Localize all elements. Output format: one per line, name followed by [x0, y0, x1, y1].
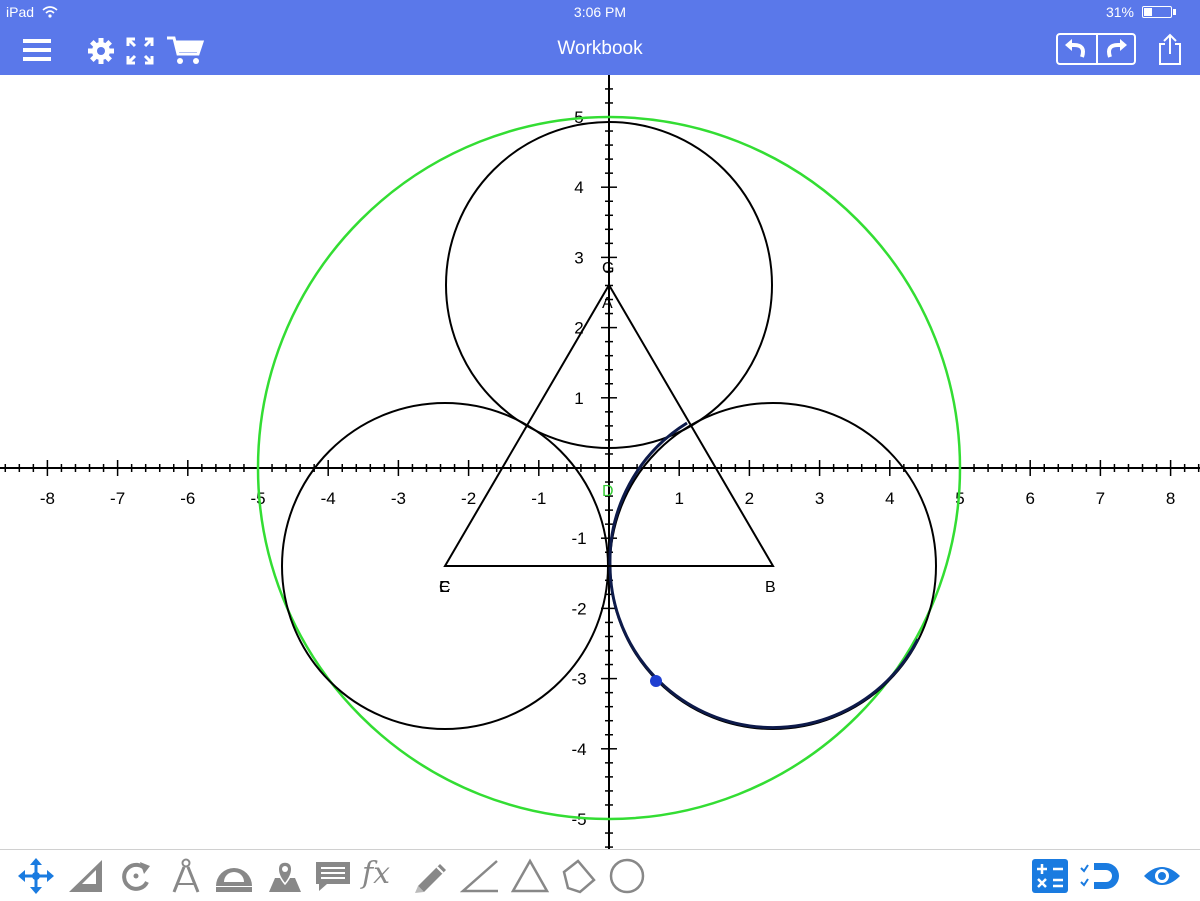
x-tick-label: -7 [110, 489, 125, 508]
graph-svg[interactable]: -8 -7 -6 -5 -4 -3 -2 -1 1 2 3 4 5 6 7 854321-1-2-3-4-5 … [0, 75, 1200, 850]
movable-point[interactable] [650, 675, 662, 687]
x-tick-label: -1 [531, 489, 546, 508]
x-tick-label: -4 [321, 489, 336, 508]
battery-tip [1173, 9, 1176, 15]
graph-canvas[interactable]: -8 -7 -6 -5 -4 -3 -2 -1 1 2 3 4 5 6 7 8 5 4 3 2 1 -1 -2 -3 -4 -5 … [0, 75, 1200, 850]
undo-icon[interactable] [1062, 37, 1090, 63]
nav-bar: Workbook [0, 24, 1200, 75]
map-pin-icon[interactable] [265, 858, 305, 894]
set-square-icon[interactable] [66, 858, 106, 894]
function-icon[interactable]: fx [362, 856, 402, 892]
comment-icon[interactable] [313, 858, 353, 894]
y-tick-label: -4 [571, 740, 586, 759]
protractor-icon[interactable] [214, 858, 254, 894]
y-tick-label: 3 [574, 248, 583, 267]
calculator-icon[interactable] [1030, 858, 1070, 894]
page-title: Workbook [557, 38, 643, 59]
pencil-icon[interactable] [410, 858, 450, 894]
angle-icon[interactable] [460, 858, 500, 894]
point-label-c: C [439, 579, 451, 596]
x-tick-label: 3 [815, 489, 824, 508]
share-icon[interactable] [1157, 32, 1183, 66]
point-label-a: A [602, 295, 613, 312]
battery-icon [1142, 6, 1172, 18]
y-tick-label: -1 [571, 529, 586, 548]
x-tick-label: 1 [674, 489, 683, 508]
clock: 3:06 PM [573, 4, 627, 20]
battery-percent: 31% [1105, 4, 1134, 20]
triangle-icon[interactable] [510, 858, 550, 894]
move-icon[interactable] [16, 858, 56, 894]
x-tick-label: 7 [1096, 489, 1105, 508]
redo-icon[interactable] [1102, 37, 1130, 63]
y-tick-label: -3 [571, 670, 586, 689]
magnet-icon[interactable] [1080, 858, 1120, 894]
y-tick-label: 4 [574, 178, 583, 197]
x-tick-label: 6 [1025, 489, 1034, 508]
undo-redo-divider [1096, 35, 1098, 63]
eye-icon[interactable] [1142, 858, 1182, 894]
y-tick-label: -5 [571, 810, 586, 829]
rotate-icon[interactable] [116, 858, 156, 894]
bottom-toolbar: fx [0, 849, 1200, 901]
x-tick-label: -6 [180, 489, 195, 508]
compass-icon[interactable] [166, 858, 206, 894]
circle-icon[interactable] [607, 858, 647, 894]
status-bar: iPad 3:06 PM 31% [0, 0, 1200, 24]
polygon-icon[interactable] [558, 858, 598, 894]
y-tick-label: -2 [571, 599, 586, 618]
x-tick-label: 4 [885, 489, 894, 508]
x-tick-label: 2 [745, 489, 754, 508]
point-label-b: B [765, 579, 776, 596]
x-tick-label: -3 [391, 489, 406, 508]
point-label-d: D [602, 483, 614, 500]
point-label-g: G [602, 260, 614, 277]
x-tick-label: -2 [461, 489, 476, 508]
x-tick-label: 8 [1166, 489, 1175, 508]
x-tick-label: -8 [40, 489, 55, 508]
y-tick-label: 1 [574, 389, 583, 408]
